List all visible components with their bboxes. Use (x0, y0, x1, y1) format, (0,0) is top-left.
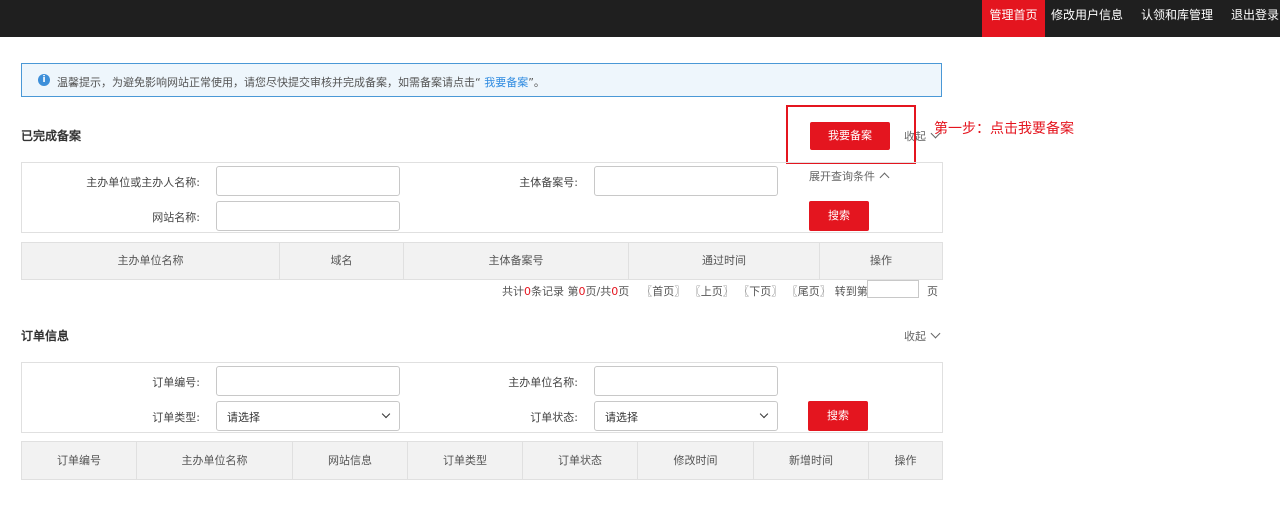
chevron-down-icon (759, 409, 769, 419)
notice-text: 温馨提示，为避免影响网站正常使用，请您尽快提交审核并完成备案，如需备案请点击“ … (57, 74, 545, 90)
notice-apply-link[interactable]: 我要备案 (481, 76, 528, 89)
order-org-name-filter-label: 主办单位名称: (508, 376, 578, 389)
column-header: 修改时间 (638, 442, 754, 479)
annotation-step-text: 第一步：点击我要备案 (934, 121, 1074, 137)
pager-goto-label: 转到第 (834, 285, 868, 298)
completed-search-button[interactable]: 搜索 (809, 201, 869, 231)
notice-suffix: ”。 (528, 76, 545, 89)
expand-query-toggle[interactable]: 展开查询条件 (809, 168, 890, 184)
order-number-filter-input[interactable] (216, 366, 400, 396)
chevron-up-icon (879, 172, 890, 183)
pager-prev-link[interactable]: 〖上页〗 (695, 285, 734, 298)
order-status-select-value: 请选择 (605, 411, 638, 424)
column-header: 通过时间 (629, 243, 820, 279)
pager-total-count: 0 (524, 285, 531, 298)
order-type-select[interactable]: 请选择 (216, 401, 400, 431)
notice-message: 温馨提示，为避免影响网站正常使用，请您尽快提交审核并完成备案，如需备案请点击“ (57, 76, 481, 89)
chevron-down-icon (930, 328, 941, 339)
org-name-filter-input[interactable] (216, 166, 400, 196)
site-name-filter-input[interactable] (216, 201, 400, 231)
order-status-select[interactable]: 请选择 (594, 401, 778, 431)
column-header: 主办单位名称 (22, 243, 280, 279)
column-header: 订单类型 (408, 442, 523, 479)
column-header: 操作 (870, 254, 892, 267)
pager-first-link[interactable]: 〖首页〗 (641, 285, 685, 298)
record-number-filter-input[interactable] (594, 166, 778, 196)
column-header: 新增时间 (754, 442, 869, 479)
nav-logout[interactable]: 退出登录 (1225, 0, 1280, 37)
column-header: 主办单位名称 (137, 442, 293, 479)
info-icon: i (38, 74, 50, 86)
record-number-filter-label: 主体备案号: (519, 176, 578, 189)
column-header: 主体备案号 (404, 243, 629, 279)
column-header: 域名 (280, 243, 404, 279)
notice-banner: i 温馨提示，为避免影响网站正常使用，请您尽快提交审核并完成备案，如需备案请点击… (21, 63, 942, 97)
pager-goto-input[interactable] (867, 280, 919, 298)
expand-query-label: 展开查询条件 (809, 170, 875, 183)
pager-total-prefix: 共计 (502, 285, 524, 298)
orders-section-title: 订单信息 (21, 329, 70, 343)
orders-collapse-toggle[interactable]: 收起 (904, 328, 941, 344)
pager-last-link[interactable]: 〖尾页〗 (792, 285, 831, 298)
order-org-name-filter-input[interactable] (594, 366, 778, 396)
order-type-select-value: 请选择 (227, 411, 260, 424)
order-status-filter-label: 订单状态: (530, 411, 578, 424)
completed-table-header: 主办单位名称 域名 主体备案号 通过时间 操作 (21, 242, 943, 280)
pager-page-suffix: 页 (618, 285, 630, 298)
annotation-highlight-box (786, 105, 916, 164)
chevron-down-icon (381, 409, 391, 419)
nav-claim-library[interactable]: 认领和库管理 (1135, 0, 1219, 37)
org-name-filter-label: 主办单位或主办人名称: (86, 176, 200, 189)
completed-section-title: 已完成备案 (21, 129, 82, 143)
column-header: 操作 (894, 454, 917, 467)
orders-search-button[interactable]: 搜索 (808, 401, 868, 431)
orders-collapse-label: 收起 (904, 330, 926, 343)
pagination: 共计0条记录 第0页/共0页 〖首页〗 〖上页〗 〖下页〗 〖尾页〗 转到第 (502, 283, 868, 299)
pager-goto-suffix: 页 (927, 285, 938, 298)
pager-total-suffix: 条记录 第 (531, 285, 579, 298)
column-header: 订单编号 (22, 442, 137, 479)
column-header: 订单状态 (523, 442, 638, 479)
column-header: 网站信息 (293, 442, 408, 479)
order-number-filter-label: 订单编号: (152, 376, 200, 389)
order-type-filter-label: 订单类型: (152, 411, 200, 424)
nav-edit-user-info[interactable]: 修改用户信息 (1045, 0, 1129, 37)
nav-admin-home[interactable]: 管理首页 (982, 0, 1045, 37)
pager-next-link[interactable]: 〖下页〗 (744, 285, 783, 298)
top-navbar: 管理首页 修改用户信息 认领和库管理 退出登录 (0, 0, 1280, 37)
pager-page-mid: 页/共 (585, 285, 612, 298)
orders-table-header: 订单编号 主办单位名称 网站信息 订单类型 订单状态 修改时间 新增时间 操作 (21, 441, 943, 480)
pager-current-page: 0 (578, 285, 586, 298)
site-name-filter-label: 网站名称: (152, 211, 200, 224)
